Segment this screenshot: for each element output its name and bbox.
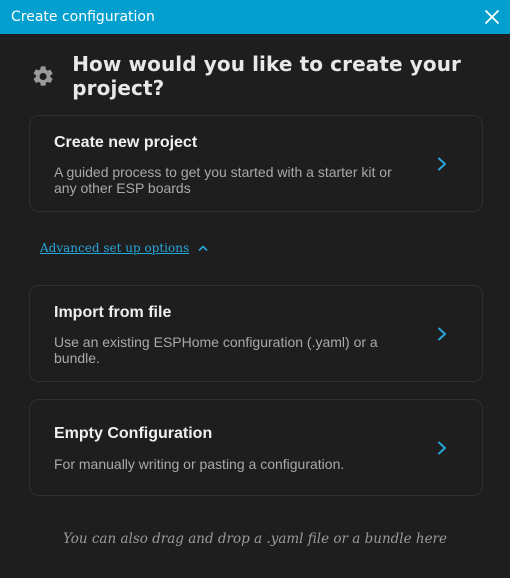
create-new-project-card[interactable]: Create new project A guided process to g… (29, 115, 483, 212)
chevron-right-icon (438, 441, 446, 455)
dialog-titlebar: Create configuration (0, 0, 510, 34)
chevron-up-icon (198, 245, 208, 251)
import-from-file-card[interactable]: Import from file Use an existing ESPHome… (29, 285, 483, 382)
page-heading: How would you like to create your projec… (31, 52, 510, 100)
card-description: For manually writing or pasting a config… (54, 456, 345, 472)
empty-configuration-card[interactable]: Empty Configuration For manually writing… (29, 399, 483, 496)
card-title: Empty Configuration (54, 425, 213, 442)
card-title: Create new project (54, 134, 198, 151)
card-title: Import from file (54, 304, 172, 321)
advanced-setup-toggle[interactable]: Advanced set up options (40, 241, 208, 255)
chevron-right-icon (438, 327, 446, 341)
dialog-title: Create configuration (11, 9, 155, 25)
close-icon[interactable] (480, 5, 504, 29)
drag-drop-hint: You can also drag and drop a .yaml file … (63, 531, 447, 547)
advanced-setup-label: Advanced set up options (40, 241, 190, 255)
card-description: A guided process to get you started with… (54, 164, 392, 196)
gear-icon (33, 65, 53, 86)
card-description: Use an existing ESPHome configuration (.… (54, 334, 378, 366)
chevron-right-icon (438, 157, 446, 171)
heading-text: How would you like to create your projec… (72, 52, 462, 100)
